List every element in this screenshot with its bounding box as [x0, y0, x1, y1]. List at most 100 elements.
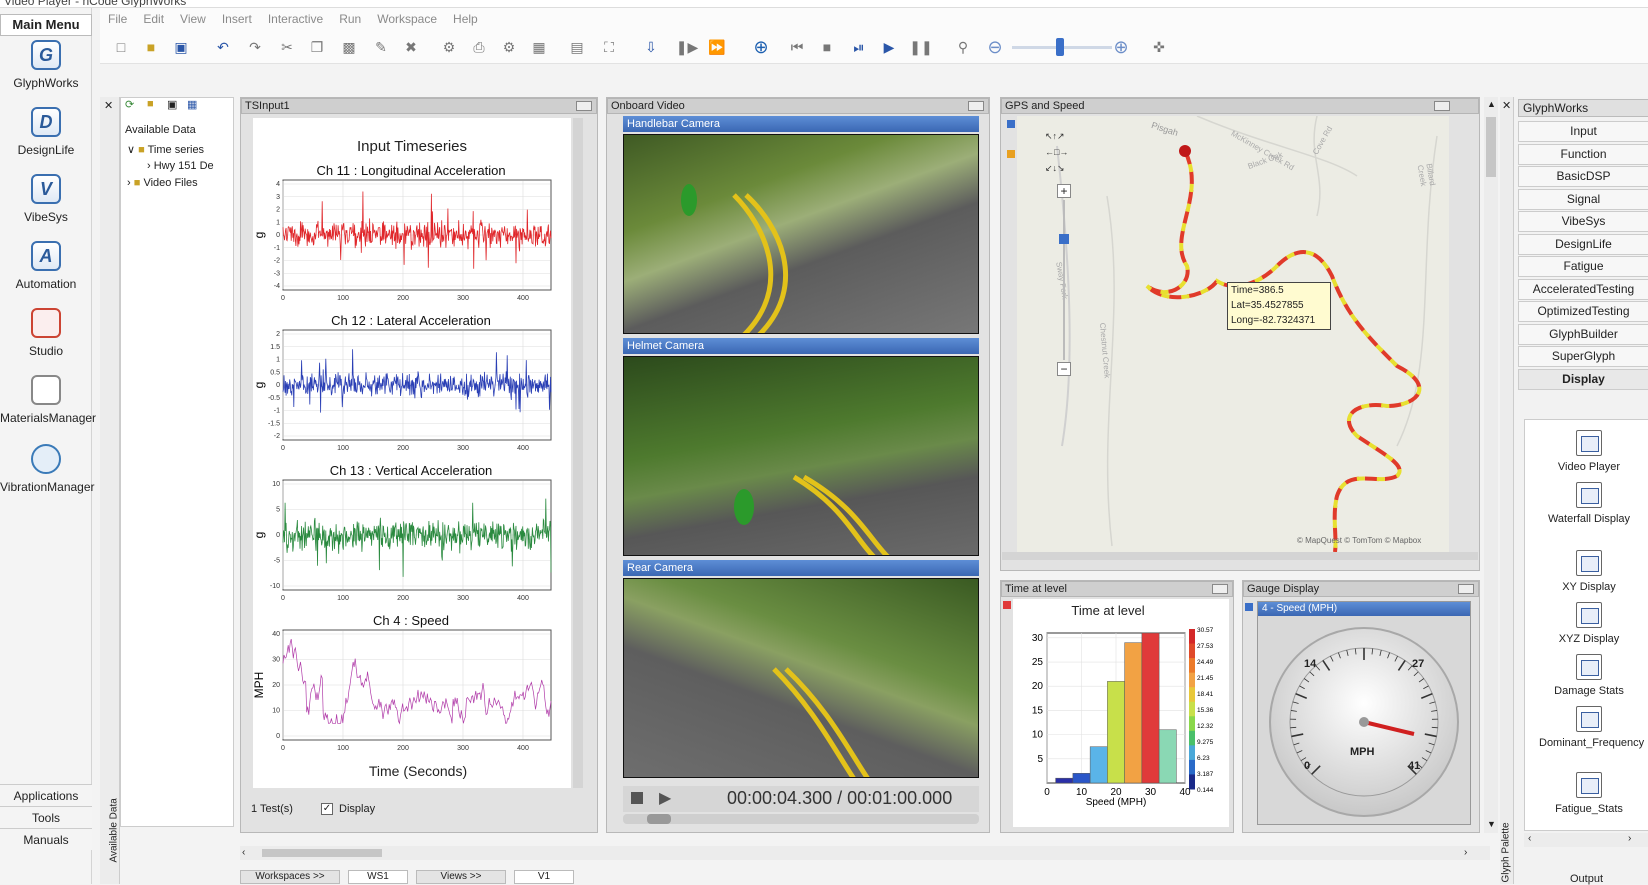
step-icon[interactable]: ❚▶ [676, 36, 698, 58]
close-icon[interactable]: ✕ [104, 99, 113, 112]
paste-icon[interactable]: ▩ [338, 36, 360, 58]
main-vertical-scrollbar[interactable]: ▲ ▼ [1484, 97, 1498, 833]
main-menu-button[interactable]: Main Menu [0, 14, 92, 36]
tab-views[interactable]: Views >> [416, 870, 506, 884]
palette-button-designlife[interactable]: DesignLife [1518, 234, 1648, 255]
menu-workspace[interactable]: Workspace [369, 8, 445, 30]
open-folder-icon[interactable]: ■ [140, 36, 162, 58]
play-icon[interactable]: ▶ [659, 788, 671, 808]
glyph-list-scrollbar[interactable]: ‹› [1524, 833, 1648, 847]
save-icon[interactable]: ▣ [170, 36, 192, 58]
menu-help[interactable]: Help [445, 8, 486, 30]
display-checkbox[interactable]: ✓ [321, 803, 333, 815]
edit-icon[interactable]: ✎ [370, 36, 392, 58]
refresh-icon[interactable]: ⟳ [125, 98, 134, 111]
scroll-right-icon[interactable]: › [1464, 847, 1467, 858]
vertical-scrollbar[interactable] [573, 118, 583, 788]
zoom-out-icon[interactable]: ⊖ [984, 36, 1006, 58]
menu-edit[interactable]: Edit [135, 8, 172, 30]
layout-icon[interactable]: ▦ [528, 36, 550, 58]
palette-button-fatigue[interactable]: Fatigue [1518, 256, 1648, 277]
play-icon[interactable]: ▶ [878, 36, 900, 58]
nav-vibesys[interactable]: VVibeSys [0, 174, 92, 224]
panel-restore-button[interactable] [968, 101, 984, 111]
cut-icon[interactable]: ✂ [276, 36, 298, 58]
glyph-damage-stats[interactable]: Damage Stats [1539, 654, 1639, 699]
tree-item-timeseries[interactable]: ∨ ■ Time series [127, 143, 204, 156]
palette-button-superglyph[interactable]: SuperGlyph [1518, 346, 1648, 367]
menu-run[interactable]: Run [331, 8, 369, 30]
zoom-slider-thumb[interactable] [1056, 38, 1064, 56]
applications-button[interactable]: Applications [0, 784, 92, 806]
redo-icon[interactable]: ↷ [244, 36, 266, 58]
nav-materialsmanager[interactable]: MaterialsManager [0, 375, 92, 425]
save-data-icon[interactable]: ▣ [167, 98, 177, 111]
nav-vibrationmanager[interactable]: VibrationManager [0, 444, 92, 494]
nav-glyphworks[interactable]: GGlyphWorks [0, 40, 92, 90]
seek-thumb[interactable] [647, 814, 671, 824]
map-zoom-track[interactable] [1063, 200, 1065, 360]
palette-button-glyphbuilder[interactable]: GlyphBuilder [1518, 324, 1648, 345]
scroll-up-icon[interactable]: ▲ [1487, 99, 1496, 109]
tree-item-hwy151[interactable]: › Hwy 151 De [147, 160, 233, 172]
panel-restore-button[interactable] [1458, 584, 1474, 594]
map-zoom-in-button[interactable]: + [1057, 184, 1071, 198]
palette-button-vibesys[interactable]: VibeSys [1518, 211, 1648, 232]
pause-icon[interactable]: ❚❚ [910, 36, 932, 58]
gear-icon[interactable]: ⚙ [498, 36, 520, 58]
map-view[interactable]: Pisgah McKinney Creek Rd Black Oak Cove … [1017, 116, 1449, 552]
palette-button-signal[interactable]: Signal [1518, 189, 1648, 210]
menu-interactive[interactable]: Interactive [260, 8, 331, 30]
scroll-right-icon[interactable]: › [1628, 833, 1631, 844]
undo-icon[interactable]: ↶ [212, 36, 234, 58]
gps-scrollbar[interactable] [1002, 552, 1478, 560]
palette-button-basicdsp[interactable]: BasicDSP [1518, 166, 1648, 187]
glyph-waterfall-display[interactable]: Waterfall Display [1539, 482, 1639, 527]
settings-icon[interactable]: ⚙ [438, 36, 460, 58]
seek-bar[interactable] [623, 814, 979, 824]
stop-icon[interactable] [631, 792, 643, 804]
rear-video[interactable] [623, 578, 979, 778]
folder-icon[interactable]: ■ [147, 98, 154, 110]
nav-designlife[interactable]: DDesignLife [0, 107, 92, 157]
print-icon[interactable]: ⎙ [468, 36, 490, 58]
palette-button-acceleratedtesting[interactable]: AcceleratedTesting [1518, 279, 1648, 300]
copy-icon[interactable]: ❐ [306, 36, 328, 58]
panel-restore-button[interactable] [1212, 584, 1228, 594]
glyph-fatigue-stats[interactable]: Fatigue_Stats [1539, 772, 1639, 817]
stop-icon[interactable]: ■ [816, 36, 838, 58]
tab-workspaces[interactable]: Workspaces >> [240, 870, 340, 884]
handlebar-video[interactable] [623, 134, 979, 334]
skip-back-icon[interactable]: ⏮ [786, 36, 808, 58]
panel-restore-button[interactable] [576, 101, 592, 111]
scroll-down-icon[interactable]: ▼ [1487, 819, 1496, 829]
manuals-button[interactable]: Manuals [0, 828, 92, 850]
download-icon[interactable]: ⇩ [640, 36, 662, 58]
map-pan-control[interactable]: ↖↑↗←□→↙↓↘ [1045, 128, 1095, 178]
map-zoom-thumb[interactable] [1059, 234, 1069, 244]
scroll-thumb[interactable] [1486, 117, 1496, 177]
scroll-left-icon[interactable]: ‹ [1528, 833, 1531, 844]
helmet-video[interactable] [623, 356, 979, 556]
new-file-icon[interactable]: □ [110, 36, 132, 58]
menu-view[interactable]: View [172, 8, 214, 30]
crosshair-icon[interactable]: ✜ [1148, 36, 1170, 58]
tab-ws1[interactable]: WS1 [348, 870, 408, 884]
glyph-video-player[interactable]: Video Player [1539, 430, 1639, 475]
menu-file[interactable]: File [100, 8, 135, 30]
add-icon[interactable]: ⊕ [750, 36, 772, 58]
tree-item-videofiles[interactable]: › ■ Video Files [127, 177, 198, 189]
main-horizontal-scrollbar[interactable]: ‹ › [240, 846, 1490, 860]
menu-insert[interactable]: Insert [214, 8, 260, 30]
tab-v1[interactable]: V1 [514, 870, 574, 884]
palette-button-function[interactable]: Function [1518, 144, 1648, 165]
map-zoom-out-button[interactable]: − [1057, 362, 1071, 376]
hscroll-thumb[interactable] [262, 849, 382, 857]
fast-forward-icon[interactable]: ⏩ [706, 36, 728, 58]
nav-automation[interactable]: AAutomation [0, 241, 92, 291]
zoom-in-icon[interactable]: ⊕ [1110, 36, 1132, 58]
palette-button-optimizedtesting[interactable]: OptimizedTesting [1518, 301, 1648, 322]
nav-studio[interactable]: Studio [0, 308, 92, 358]
link-icon[interactable]: ▦ [187, 98, 197, 111]
palette-button-display[interactable]: Display [1518, 369, 1648, 390]
